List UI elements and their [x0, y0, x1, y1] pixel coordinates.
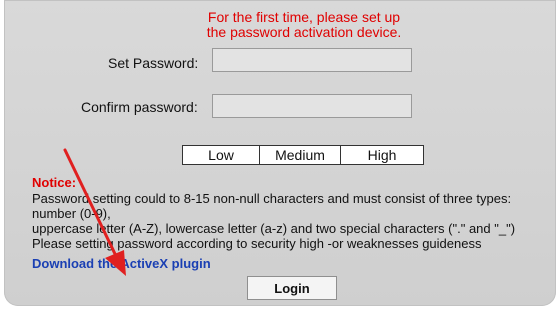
activation-headline: For the first time, please set up the pa…: [174, 10, 434, 40]
strength-high: High: [367, 147, 397, 163]
password-strength-meter: Low Medium High: [182, 145, 424, 165]
strength-low: Low: [183, 146, 260, 164]
notice-line: uppercase letter (A-Z), lowercase letter…: [32, 221, 516, 236]
confirm-password-label: Confirm password:: [81, 99, 198, 115]
activation-panel: For the first time, please set up the pa…: [4, 0, 556, 306]
set-password-label: Set Password:: [108, 55, 199, 71]
notice-body: Password setting could to 8-15 non-null …: [32, 191, 552, 251]
strength-medium: Medium: [260, 146, 341, 164]
set-password-input[interactable]: [212, 48, 412, 72]
headline-line-2: the password activation device.: [206, 24, 402, 40]
notice-line: number (0-9),: [32, 206, 111, 221]
confirm-password-input[interactable]: [212, 94, 412, 118]
notice-title: Notice:: [32, 175, 77, 190]
login-button[interactable]: Login: [247, 276, 337, 300]
headline-line-1: For the first time, please set up: [207, 9, 401, 25]
notice-line: Password setting could to 8-15 non-null …: [32, 191, 512, 206]
notice-line: Please setting password according to sec…: [32, 236, 482, 251]
download-activex-link[interactable]: Download the ActiveX plugin: [32, 256, 211, 271]
